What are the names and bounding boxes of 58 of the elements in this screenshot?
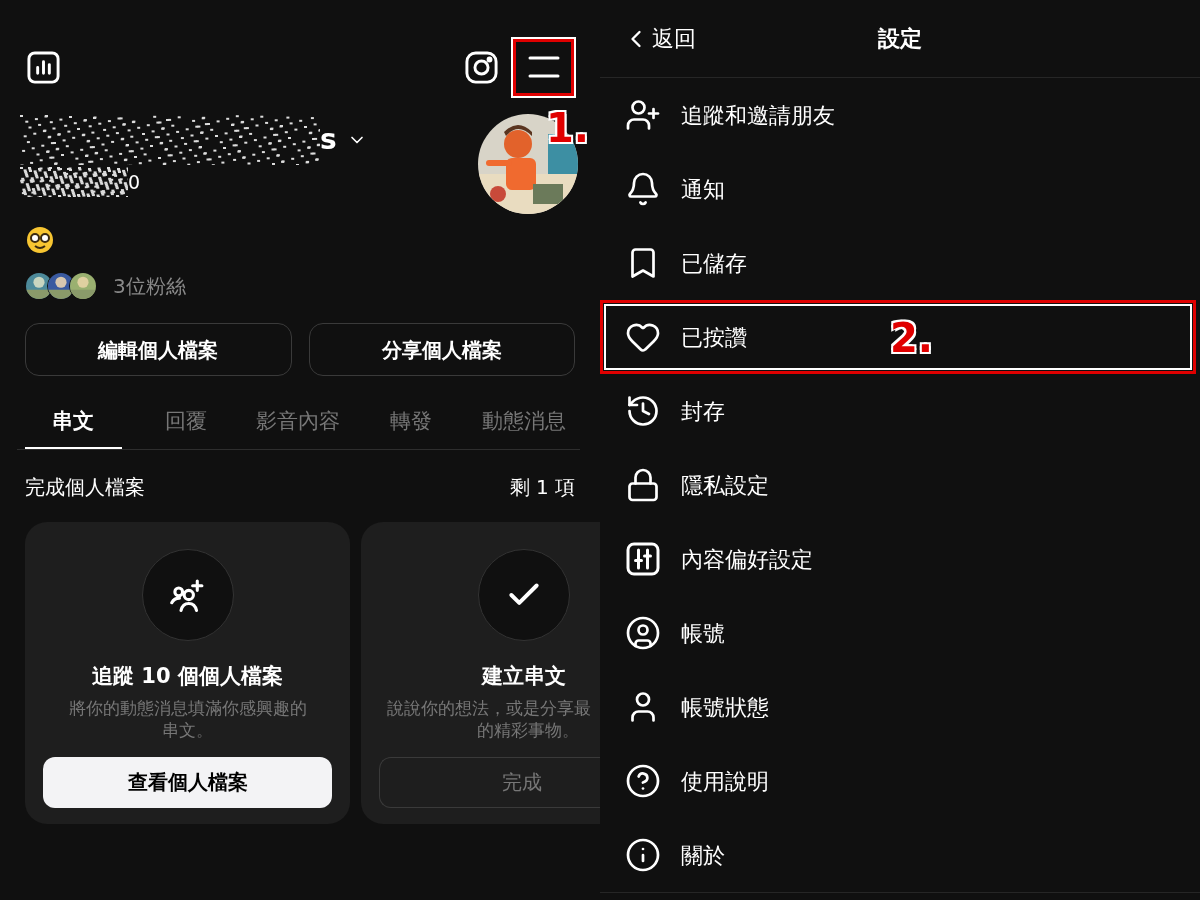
history-icon bbox=[625, 393, 661, 429]
view-profiles-button[interactable]: 查看個人檔案 bbox=[43, 756, 332, 808]
settings-item[interactable]: 帳號 bbox=[600, 596, 1200, 670]
handle: 0 bbox=[128, 169, 141, 195]
section-title: 完成個人檔案 bbox=[25, 474, 145, 501]
settings-label: 封存 bbox=[681, 397, 725, 426]
settings-item[interactable]: 追蹤和邀請朋友 bbox=[600, 78, 1200, 152]
user-circle-icon bbox=[625, 615, 661, 651]
done-button[interactable]: 完成 bbox=[379, 756, 600, 808]
page-title: 設定 bbox=[878, 25, 922, 53]
settings-label: 帳號狀態 bbox=[681, 693, 769, 722]
profile-tab[interactable]: 影音內容 bbox=[250, 396, 347, 449]
task-description: 的精彩事物。 bbox=[476, 718, 579, 741]
settings-item[interactable]: 關於 bbox=[600, 818, 1200, 892]
remaining-count: 剩 1 項 bbox=[509, 474, 575, 501]
settings-label: 使用說明 bbox=[681, 767, 769, 796]
camera-icon[interactable] bbox=[464, 49, 499, 85]
bell-icon bbox=[625, 171, 661, 207]
profile-button[interactable]: 分享個人檔案 bbox=[308, 323, 575, 376]
profile-button[interactable]: 編輯個人檔案 bbox=[25, 323, 292, 376]
task-title: 建立串文 bbox=[481, 663, 566, 690]
profile-tab[interactable]: 動態消息 bbox=[475, 396, 572, 449]
settings-label: 關於 bbox=[681, 841, 725, 870]
settings-label: 已儲存 bbox=[681, 249, 747, 278]
task-description: 串文。 bbox=[162, 718, 213, 741]
annotation-number: 2. bbox=[890, 318, 934, 358]
sliders-icon bbox=[625, 541, 661, 577]
help-icon bbox=[625, 763, 661, 799]
back-button[interactable]: 返回 bbox=[622, 22, 696, 55]
task-description: 將你的動態消息填滿你感興趣的 bbox=[68, 696, 307, 719]
settings-item[interactable]: 封存 bbox=[600, 374, 1200, 448]
profile-tab[interactable]: 串文 bbox=[25, 396, 122, 449]
menu-button[interactable] bbox=[513, 38, 574, 96]
settings-label: 內容偏好設定 bbox=[681, 545, 813, 574]
settings-item[interactable]: 隱私設定 bbox=[600, 448, 1200, 522]
info-icon bbox=[625, 837, 661, 873]
nerd-emoji-icon bbox=[26, 226, 54, 254]
settings-label: 隱私設定 bbox=[681, 471, 769, 500]
task-title: 追蹤 10 個個人檔案 bbox=[92, 663, 283, 690]
profile-tab[interactable]: 轉發 bbox=[362, 396, 460, 449]
profile-tab[interactable]: 回覆 bbox=[137, 396, 235, 449]
followers-count[interactable]: 3位粉絲 bbox=[113, 271, 186, 301]
settings-label: 帳號 bbox=[681, 619, 725, 648]
settings-label: 追蹤和邀請朋友 bbox=[681, 101, 835, 130]
lock-icon bbox=[625, 467, 661, 503]
task-description: 說說你的想法，或是分享最 bbox=[386, 696, 591, 719]
settings-item[interactable]: 已按讚 2. bbox=[600, 300, 1196, 374]
settings-label: 通知 bbox=[681, 175, 725, 204]
add-person-icon bbox=[625, 97, 661, 133]
settings-item[interactable]: 內容偏好設定 bbox=[600, 522, 1200, 596]
settings-item[interactable]: 通知 bbox=[600, 152, 1200, 226]
settings-item[interactable]: 使用說明 bbox=[600, 744, 1200, 818]
username: s bbox=[320, 122, 337, 158]
menu-icon bbox=[527, 56, 560, 78]
settings-item[interactable]: 帳號狀態 bbox=[600, 670, 1200, 744]
settings-item[interactable]: 已儲存 bbox=[600, 226, 1200, 300]
chart-icon[interactable] bbox=[26, 49, 61, 85]
settings-label: 已按讚 bbox=[681, 323, 747, 352]
